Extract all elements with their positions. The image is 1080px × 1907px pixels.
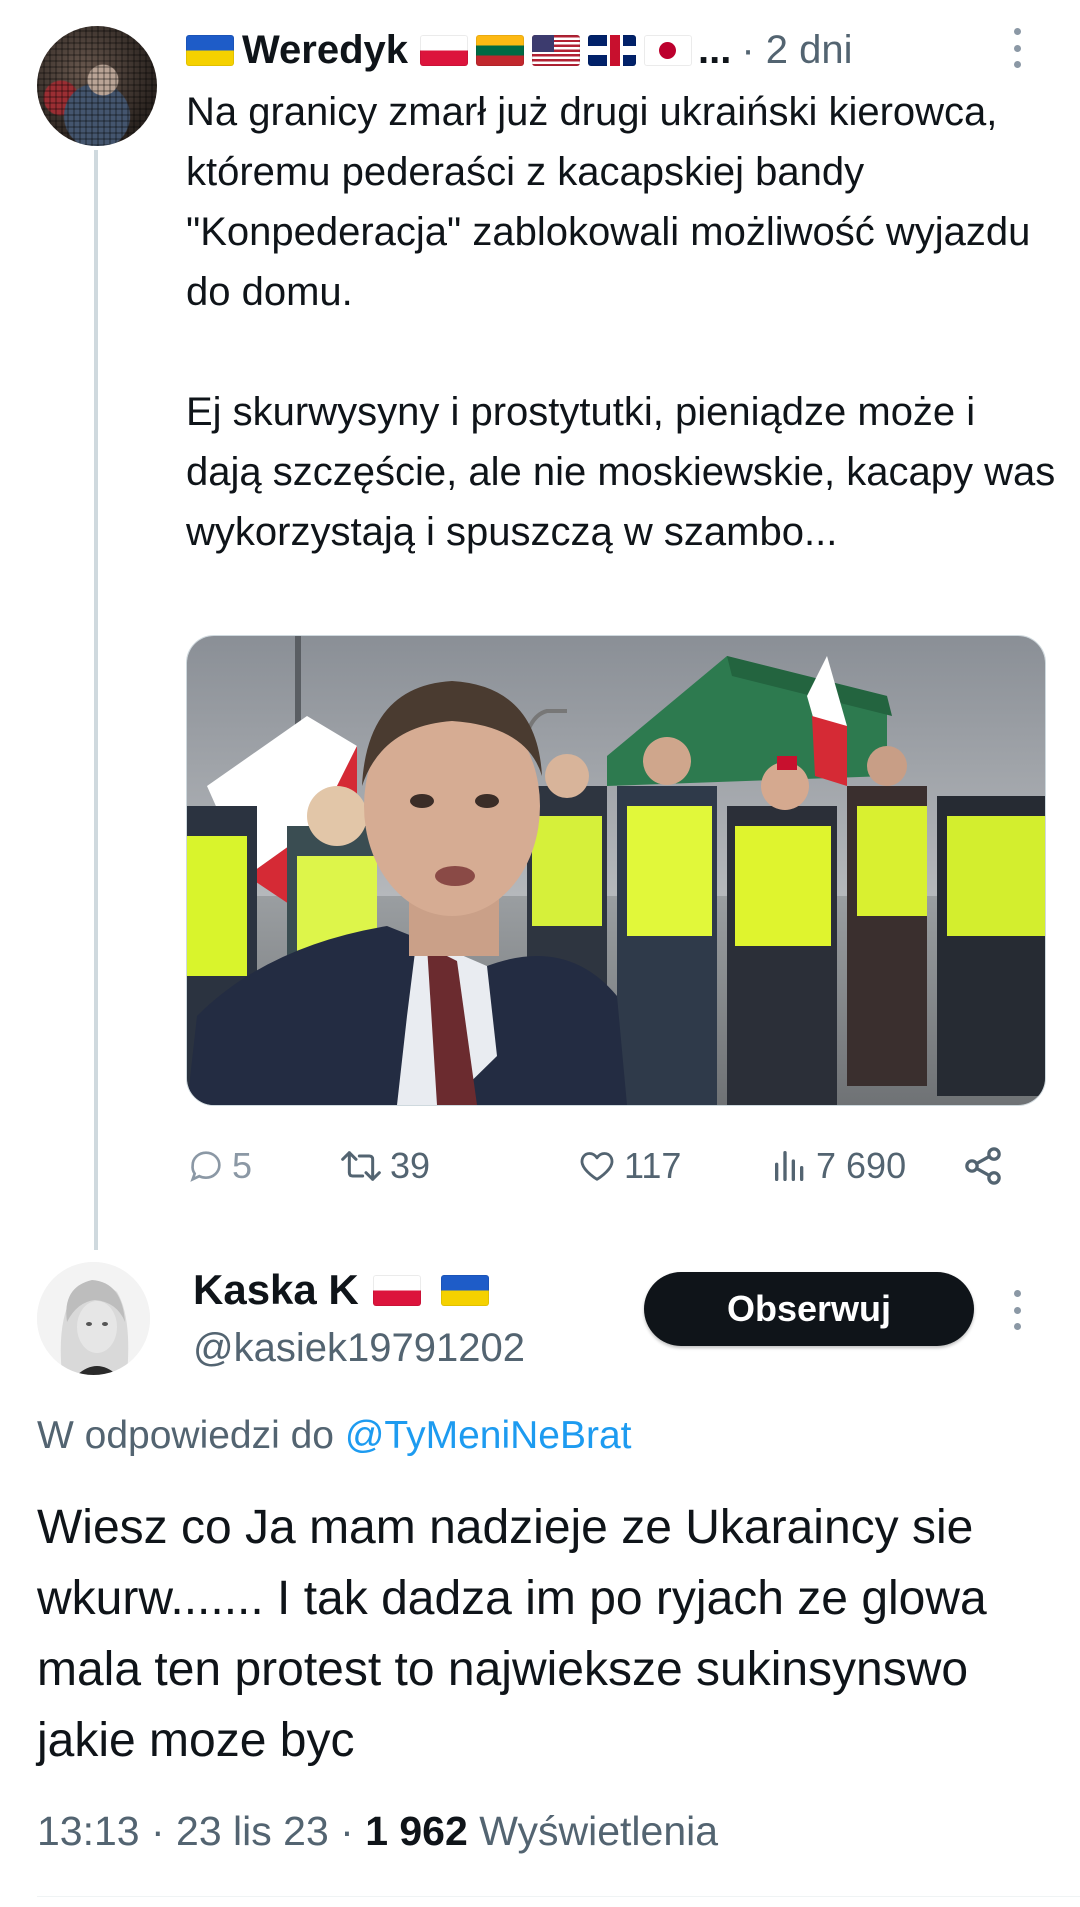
thread-connector: [94, 150, 98, 1250]
tweet-paragraph: Ej skurwysyny i prostytutki, pieniądze m…: [186, 390, 1056, 554]
reply-author-handle[interactable]: @kasiek19791202: [193, 1326, 525, 1371]
views-count: 7 690: [816, 1145, 907, 1186]
author-avatar[interactable]: [37, 26, 157, 146]
divider: [37, 1896, 1080, 1897]
tweet-time[interactable]: · 2 dni: [741, 28, 852, 73]
like-button[interactable]: 117: [576, 1138, 681, 1194]
name-truncation: ...: [698, 27, 732, 72]
author-name[interactable]: Weredyk: [242, 28, 408, 73]
follow-button[interactable]: Obserwuj: [644, 1272, 974, 1346]
reply-author-name-row: Kaska K: [193, 1266, 495, 1314]
reply-timestamp[interactable]: 13:13 · 23 lis 23 ·: [37, 1808, 365, 1854]
flag-usa-icon: [532, 34, 581, 66]
heart-icon: [580, 1152, 614, 1181]
share-button[interactable]: [961, 1138, 1011, 1194]
reply-count: 5: [232, 1145, 253, 1186]
reply-views-count: 1 962: [365, 1808, 468, 1854]
retweet-icon: [341, 1151, 381, 1181]
flag-ukraine-icon: [186, 34, 234, 66]
reply-icon: [190, 1151, 221, 1182]
retweet-button[interactable]: 39: [338, 1138, 430, 1194]
analytics-icon: [775, 1151, 804, 1181]
reply-author-avatar[interactable]: [37, 1262, 150, 1375]
retweet-count: 39: [390, 1145, 431, 1186]
views-button[interactable]: 7 690: [770, 1138, 906, 1194]
replying-mention-link[interactable]: @TyMeniNeBrat: [345, 1414, 632, 1457]
tweet-text: Na granicy zmarł już drugi ukraiński kie…: [186, 82, 1056, 562]
reply-views-label: Wyświetlenia: [467, 1808, 719, 1854]
reply-author-name[interactable]: Kaska K: [193, 1266, 359, 1314]
reply-meta: 13:13 · 23 lis 23 · 1 962 Wyświetlenia: [37, 1808, 718, 1855]
more-options-icon[interactable]: [1010, 28, 1024, 68]
flag-poland-icon: [372, 1274, 421, 1306]
flag-uk-icon: [588, 34, 637, 66]
flag-ukraine-icon: [440, 1274, 489, 1306]
flag-japan-icon: [644, 34, 693, 66]
reply-text: Wiesz co Ja mam nadzieje ze Ukaraincy si…: [37, 1501, 987, 1767]
more-options-icon[interactable]: [1010, 1290, 1024, 1330]
tweet-header: Weredyk ... · 2 dni: [186, 24, 853, 76]
tweet-action-bar: 5 39 117 7 690: [186, 1138, 1016, 1194]
reply-button[interactable]: 5: [186, 1138, 252, 1194]
share-icon: [965, 1147, 1001, 1185]
replying-prefix: W odpowiedzi do: [37, 1414, 334, 1457]
flag-lithuania-icon: [476, 34, 525, 66]
like-count: 117: [624, 1145, 682, 1186]
tweet-paragraph: Na granicy zmarł już drugi ukraiński kie…: [186, 90, 1031, 314]
flag-poland-icon: [420, 34, 469, 66]
replying-to: W odpowiedzi do @TyMeniNeBrat: [37, 1414, 632, 1458]
tweet-photo[interactable]: [186, 635, 1046, 1106]
